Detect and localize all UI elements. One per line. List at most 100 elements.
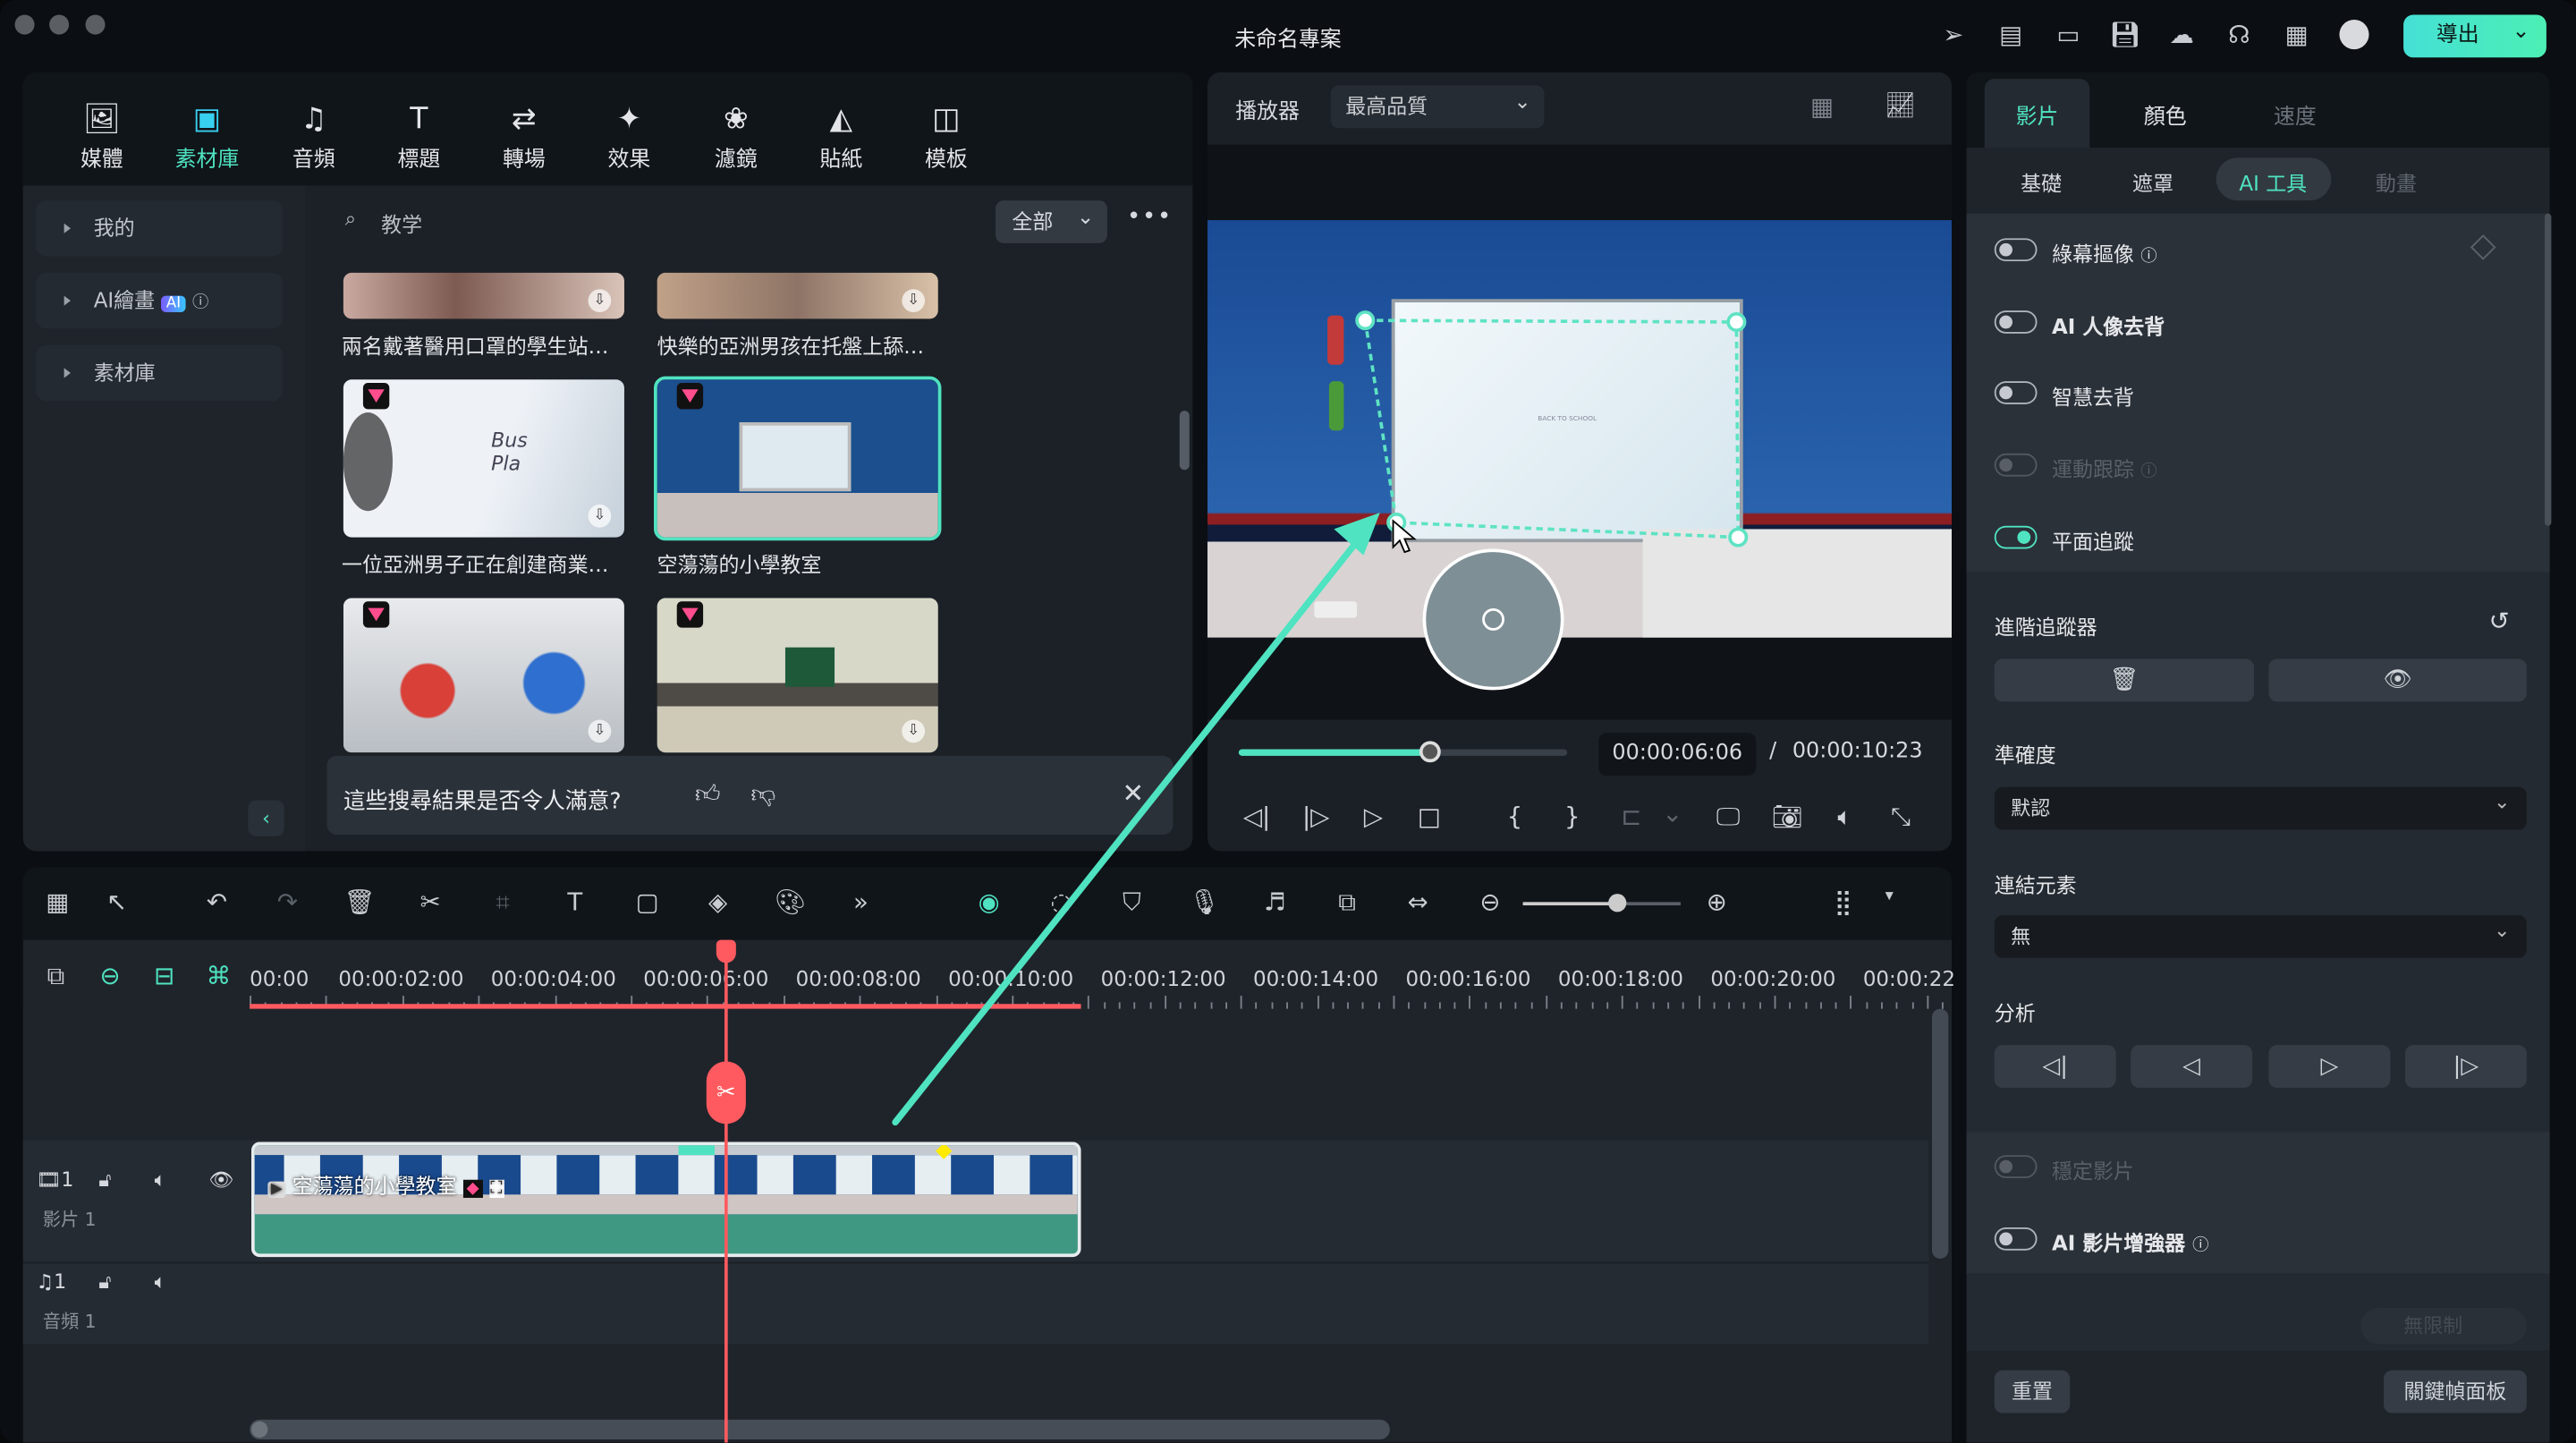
mark-in-icon[interactable]: { bbox=[1496, 802, 1532, 831]
link-element-dropdown[interactable]: 無 bbox=[1994, 909, 2527, 958]
select-tool-icon[interactable]: ↖ bbox=[98, 887, 134, 917]
tracking-corner-handle[interactable] bbox=[1726, 311, 1747, 333]
subtab-ai-tools[interactable]: AI 工具 bbox=[2239, 166, 2307, 198]
library-thumbnail[interactable]: ⇩ bbox=[657, 272, 938, 319]
microphone-icon[interactable]: 🎙︎ bbox=[1186, 887, 1222, 917]
clip-icon[interactable]: ⧉ bbox=[1329, 887, 1365, 917]
reset-button[interactable]: 重置 bbox=[1994, 1370, 2071, 1413]
chevron-down-icon[interactable]: ⌄ bbox=[2512, 12, 2529, 55]
fit-icon[interactable]: ⇔ bbox=[1400, 887, 1436, 917]
library-thumbnail[interactable]: ⇩ bbox=[343, 598, 624, 753]
grid-view-icon[interactable]: ▦ bbox=[1810, 92, 1834, 122]
chevron-down-icon[interactable]: ▾ bbox=[1871, 887, 1907, 905]
sidebar-item-mine[interactable]: 我的 bbox=[36, 200, 283, 257]
zoom-slider[interactable] bbox=[1522, 894, 1681, 912]
apps-grid-icon[interactable]: ▦ bbox=[2282, 20, 2311, 49]
snap-icon[interactable]: ⌘ bbox=[200, 961, 236, 990]
tab-stickers[interactable]: ◭ 貼紙 bbox=[800, 102, 882, 173]
play-icon[interactable]: ▷ bbox=[1355, 802, 1391, 831]
previous-frame-icon[interactable]: ◁| bbox=[1239, 802, 1275, 831]
keyframe-panel-button[interactable]: 關鍵幀面板 bbox=[2384, 1370, 2527, 1413]
reset-icon[interactable]: ↺ bbox=[2489, 607, 2510, 636]
chroma-key-toggle[interactable] bbox=[1994, 238, 2038, 262]
close-icon[interactable]: ✕ bbox=[1122, 777, 1144, 809]
marker-icon[interactable]: ⛉ bbox=[1114, 887, 1149, 917]
undo-icon[interactable]: ↶ bbox=[199, 887, 234, 917]
lock-icon[interactable]: 🔓︎ bbox=[98, 1270, 111, 1295]
shape-icon[interactable]: ▢ bbox=[629, 887, 665, 917]
library-scrollbar[interactable] bbox=[1179, 411, 1190, 471]
ai-assistant-icon[interactable]: ◉ bbox=[970, 887, 1006, 917]
crop-icon[interactable]: ⌗ bbox=[485, 887, 521, 917]
split-scissors-button[interactable]: ✂ bbox=[706, 1061, 746, 1125]
download-icon[interactable]: ⇩ bbox=[588, 504, 612, 528]
volume-icon[interactable]: 🔈︎ bbox=[155, 1270, 166, 1295]
avatar[interactable] bbox=[2339, 20, 2369, 50]
scopes-icon[interactable]: 📈︎ bbox=[1885, 90, 1916, 120]
library-thumbnail-selected[interactable] bbox=[654, 376, 942, 541]
video-clip[interactable]: ▶ 空蕩蕩的小學教室 ◆ ⛶ bbox=[251, 1142, 1081, 1258]
current-time[interactable]: 00:00:06:06 bbox=[1598, 733, 1757, 776]
sidebar-item-ai-drawing[interactable]: AI繪畫 AI ⓘ bbox=[36, 272, 283, 329]
text-icon[interactable]: T bbox=[557, 887, 593, 917]
stabilize-toggle[interactable] bbox=[1994, 1155, 2038, 1178]
scissors-icon[interactable]: ✂ bbox=[412, 887, 448, 917]
zoom-out-icon[interactable]: ⊖ bbox=[1472, 887, 1508, 917]
tracking-corner-handle[interactable] bbox=[1728, 527, 1749, 547]
track-backward-to-start-button[interactable]: ◁| bbox=[1994, 1045, 2116, 1088]
ai-enhancer-toggle[interactable] bbox=[1994, 1227, 2038, 1251]
help-icon[interactable]: ⓘ bbox=[192, 294, 208, 312]
link-icon[interactable]: ⊖ bbox=[92, 961, 128, 990]
add-track-icon[interactable]: ⧉ bbox=[38, 961, 73, 990]
fullscreen-icon[interactable]: ⤡ bbox=[1883, 802, 1919, 831]
download-icon[interactable]: ⇩ bbox=[902, 719, 926, 743]
playhead[interactable] bbox=[724, 949, 728, 1443]
delete-icon[interactable]: 🗑︎ bbox=[342, 887, 377, 917]
group-icon[interactable]: ⊟ bbox=[146, 961, 182, 990]
tab-effects[interactable]: ✦ 效果 bbox=[589, 102, 671, 173]
download-icon[interactable]: ⇩ bbox=[588, 289, 612, 312]
tab-filters[interactable]: ❀ 濾鏡 bbox=[695, 102, 777, 173]
tab-templates[interactable]: ◫ 模板 bbox=[905, 102, 987, 173]
subtab-basic[interactable]: 基礎 bbox=[2021, 166, 2062, 198]
stop-icon[interactable]: □ bbox=[1411, 802, 1447, 831]
properties-scrollbar[interactable] bbox=[2545, 213, 2552, 526]
chevron-down-icon[interactable]: ⌄ bbox=[1655, 799, 1690, 828]
insert-icon[interactable]: ⊏ bbox=[1614, 802, 1649, 831]
search-input[interactable]: 教学 bbox=[381, 207, 972, 238]
subtab-mask[interactable]: 遮罩 bbox=[2132, 166, 2174, 198]
tab-media[interactable]: 🖼︎ 媒體 bbox=[61, 102, 143, 173]
track-forward-to-end-button[interactable]: |▷ bbox=[2404, 1045, 2527, 1088]
quality-dropdown[interactable]: 最高品質 ⌄ bbox=[1330, 85, 1545, 129]
show-tracker-button[interactable]: 👁︎ bbox=[2268, 658, 2527, 702]
mark-out-icon[interactable]: } bbox=[1555, 802, 1590, 831]
planar-tracking-toggle[interactable] bbox=[1994, 525, 2038, 549]
tab-speed[interactable]: 速度 bbox=[2274, 98, 2317, 131]
tab-audio[interactable]: ♫ 音頻 bbox=[273, 102, 355, 173]
color-palette-icon[interactable]: 🎨︎ bbox=[772, 887, 808, 917]
tab-video[interactable]: 影片 bbox=[2016, 98, 2059, 131]
playback-slider[interactable] bbox=[1238, 741, 1568, 763]
thumbs-down-icon[interactable]: 👎︎ bbox=[750, 779, 775, 811]
timeline-horizontal-scrollbar[interactable] bbox=[250, 1419, 1390, 1439]
display-icon[interactable]: 🖵︎ bbox=[1710, 802, 1746, 831]
library-thumbnail[interactable]: ⇩ bbox=[343, 272, 624, 319]
filter-dropdown[interactable]: 全部 ⌄ bbox=[996, 200, 1107, 243]
mask-icon[interactable]: ◈ bbox=[699, 887, 735, 917]
collapse-sidebar-button[interactable]: ‹ bbox=[248, 800, 284, 836]
audio-list-icon[interactable]: ♬ bbox=[1257, 887, 1292, 917]
download-icon[interactable]: ⇩ bbox=[588, 719, 612, 743]
more-options-button[interactable]: ••• bbox=[1127, 204, 1173, 230]
eye-icon[interactable]: 👁︎ bbox=[208, 1168, 233, 1192]
motion-tracking-toggle[interactable] bbox=[1994, 453, 2038, 477]
tracking-corner-handle[interactable] bbox=[1355, 310, 1376, 331]
timeline-ruler[interactable]: 00:00 00:00:02:00 00:00:04:00 00:00:06:00 00… bbox=[250, 950, 1955, 1009]
more-tools-icon[interactable]: » bbox=[843, 887, 878, 917]
tab-color[interactable]: 顏色 bbox=[2144, 98, 2187, 131]
library-thumbnail[interactable]: ⇩ bbox=[657, 598, 938, 753]
tab-titles[interactable]: T 標題 bbox=[377, 102, 460, 173]
track-backward-button[interactable]: ◁ bbox=[2131, 1045, 2253, 1088]
volume-icon[interactable]: 🔈︎ bbox=[155, 1168, 166, 1193]
send-icon[interactable]: ➢ bbox=[1938, 20, 1968, 49]
subtab-animation[interactable]: 動畫 bbox=[2376, 166, 2417, 198]
